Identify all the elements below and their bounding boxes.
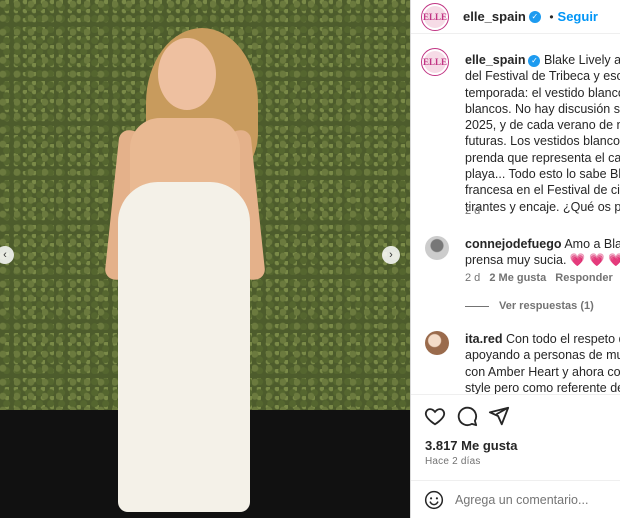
elle-logo-text: ELLE	[423, 12, 448, 22]
chevron-left-icon: ‹	[3, 249, 7, 261]
caption-line: tirantes y encaje. ¿Qué os parec	[465, 199, 620, 214]
comment-bubble-icon[interactable]	[456, 405, 478, 427]
smiley-icon[interactable]	[424, 490, 444, 510]
comment-composer	[411, 480, 620, 518]
comment-username[interactable]: connejodefuego	[465, 237, 562, 251]
comment-line: Amo a Blake y	[564, 237, 620, 251]
comment-username[interactable]: ita.red	[465, 332, 503, 346]
replies-divider	[465, 305, 489, 307]
caption-text: elle_spain✓ Blake Lively asiste del Fest…	[465, 52, 620, 215]
instagram-post-window: ‹ › ELLE elle_spain ✓ • Seguir ELLE elle_s…	[0, 0, 620, 518]
heart-outline-icon[interactable]	[424, 405, 446, 427]
elle-logo-text: ELLE	[423, 57, 448, 67]
follow-button[interactable]: Seguir	[558, 9, 598, 24]
caption-time: 2 d	[465, 205, 481, 217]
caption-line: playa... Todo esto lo sabe Blake	[465, 167, 620, 182]
caption-avatar[interactable]: ELLE	[421, 48, 449, 76]
post-age: Hace 2 días	[425, 456, 481, 467]
post-header: ELLE elle_spain ✓ • Seguir	[411, 0, 620, 34]
comment-time: 2 d	[465, 272, 481, 284]
comment-line: Con todo el respeto que	[506, 332, 620, 346]
white-dress	[118, 182, 250, 512]
comment-input[interactable]	[455, 490, 615, 510]
paper-plane-icon[interactable]	[488, 405, 510, 427]
likes-count[interactable]: 3.817 Me gusta	[425, 438, 518, 453]
elle-avatar[interactable]: ELLE	[421, 3, 449, 31]
caption-line: futuras. Los vestidos blancos so	[465, 134, 620, 149]
view-replies-label: Ver respuestas (1)	[499, 300, 594, 312]
reply-button[interactable]: Responder	[555, 272, 612, 284]
next-photo-button[interactable]: ›	[382, 246, 400, 264]
post-sidebar: ELLE elle_spain ✓ • Seguir ELLE elle_spain…	[410, 0, 620, 518]
dot-separator: •	[549, 10, 554, 24]
header-username[interactable]: elle_spain	[463, 9, 526, 24]
commenter-avatar[interactable]	[425, 236, 449, 260]
caption-line: temporada: el vestido blanco. Y	[465, 85, 620, 100]
post-photo[interactable]: ‹ ›	[0, 0, 410, 518]
commenter-avatar[interactable]	[425, 331, 449, 355]
comment-line: apoyando a personas de muy c	[465, 348, 620, 363]
face	[158, 38, 216, 110]
comment-meta: 2 d 2 Me gusta Responder	[465, 272, 613, 284]
comment-text: ita.red Con todo el respeto que apoyando…	[465, 331, 620, 396]
comment-text: connejodefuego Amo a Blake y prensa muy …	[465, 236, 620, 269]
caption-line: del Festival de Tribeca y escoge	[465, 69, 620, 84]
caption-line: blancos. No hay discusión sobr	[465, 101, 620, 116]
caption-line: prenda que representa el calor,	[465, 150, 620, 165]
verified-badge-icon: ✓	[528, 54, 541, 67]
caption-line: francesa en el Festival de cine d	[465, 183, 620, 198]
comment-line: con Amber Heart y ahora con e	[465, 364, 620, 379]
comment-likes-button[interactable]: 2 Me gusta	[489, 272, 546, 284]
view-replies-button[interactable]: Ver respuestas (1)	[465, 300, 594, 312]
caption-username[interactable]: elle_spain	[465, 53, 525, 67]
heart-emojis: 💗 💗 💗	[569, 253, 620, 268]
verified-badge-icon: ✓	[528, 10, 541, 23]
caption-line: Blake Lively asiste	[543, 53, 620, 67]
caption-line: 2025, y de cada verano de nues	[465, 118, 620, 133]
comment-line: prensa muy sucia.	[465, 253, 567, 268]
chevron-right-icon: ›	[389, 249, 393, 261]
